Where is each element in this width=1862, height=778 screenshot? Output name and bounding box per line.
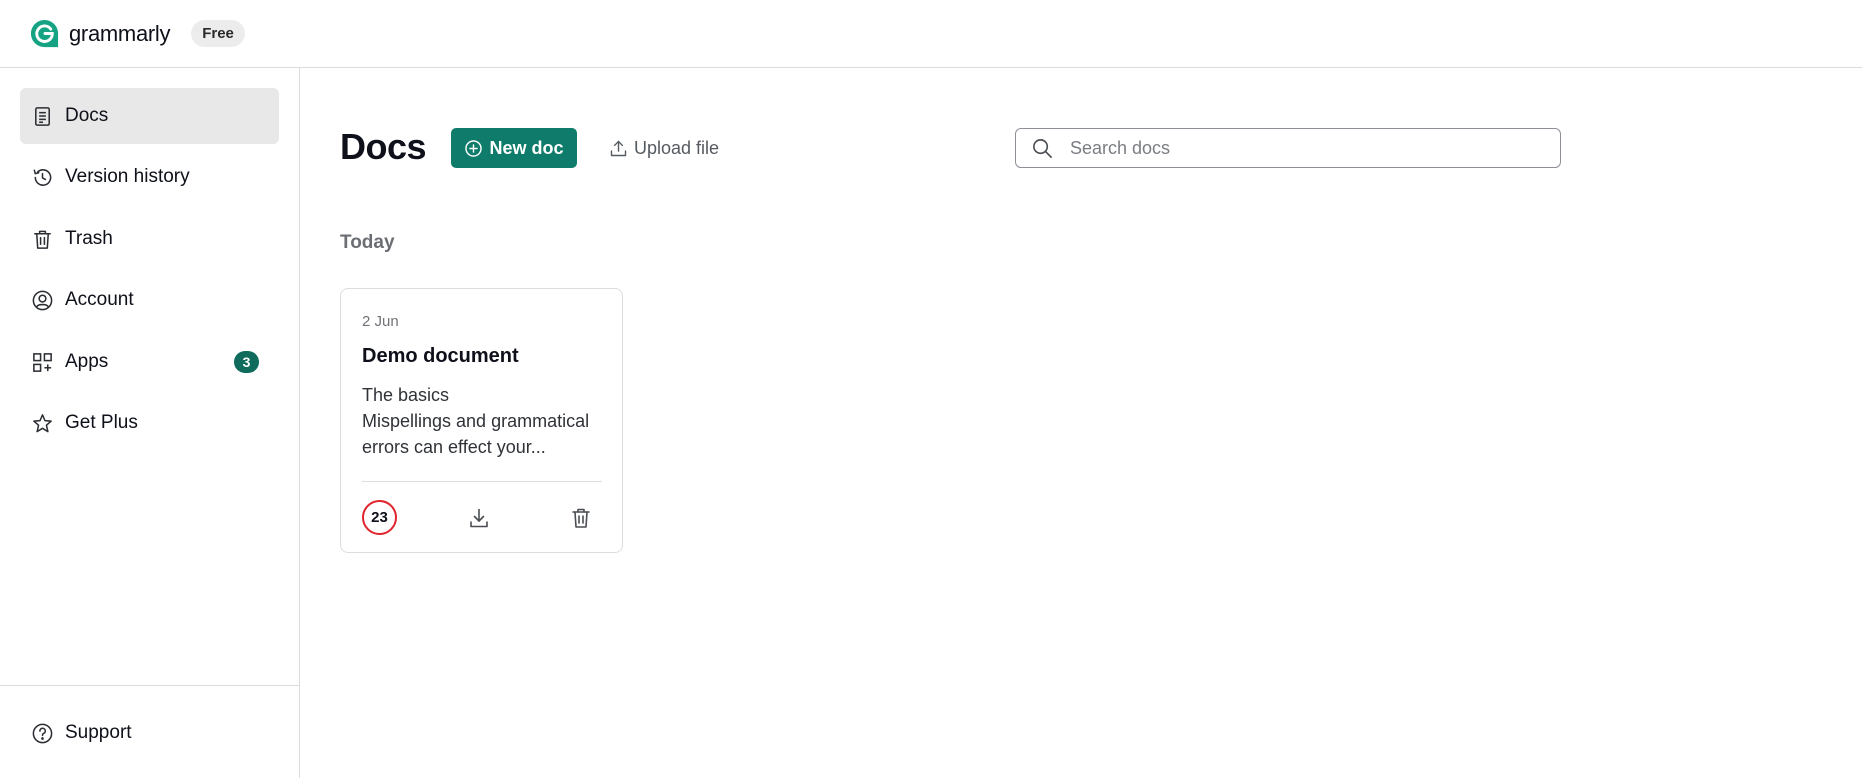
card-divider <box>362 481 602 482</box>
doc-title: Demo document <box>362 345 519 367</box>
sidebar-item-trash[interactable]: Trash <box>20 211 279 267</box>
sidebar-item-version-history[interactable]: Version history <box>20 149 279 205</box>
upload-file-label: Upload file <box>634 137 720 158</box>
trash-icon <box>572 508 590 528</box>
sidebar: Docs Version history Trash Account Apps … <box>0 68 300 778</box>
apps-count-badge: 3 <box>234 351 259 373</box>
plan-badge: Free <box>191 20 245 47</box>
download-button[interactable] <box>464 503 494 533</box>
star-icon <box>30 411 54 435</box>
history-icon <box>30 165 54 189</box>
sidebar-item-label: Get Plus <box>65 412 138 433</box>
search-icon <box>1033 138 1052 158</box>
doc-date: 2 Jun <box>362 313 399 330</box>
plus-circle-icon <box>465 139 483 157</box>
help-circle-icon <box>30 721 54 745</box>
doc-card[interactable]: 2 Jun Demo document The basics Mispellin… <box>340 288 623 553</box>
new-doc-button[interactable]: New doc <box>451 128 577 168</box>
doc-preview-line: The basics <box>362 385 450 405</box>
top-header: grammarly Free <box>0 0 1862 68</box>
delete-doc-button[interactable] <box>566 503 596 533</box>
account-icon <box>30 288 54 312</box>
sidebar-item-label: Account <box>65 289 134 310</box>
search-box[interactable] <box>1015 128 1561 168</box>
sidebar-item-label: Version history <box>65 166 190 187</box>
sidebar-item-account[interactable]: Account <box>20 272 279 328</box>
sidebar-item-support[interactable]: Support <box>20 705 279 761</box>
sidebar-item-label: Support <box>65 722 132 743</box>
download-icon <box>470 508 488 528</box>
trash-icon <box>30 227 54 251</box>
doc-preview-line: errors can effect your... <box>362 437 546 457</box>
sidebar-item-docs[interactable]: Docs <box>20 88 279 144</box>
sidebar-item-get-plus[interactable]: Get Plus <box>20 395 279 451</box>
doc-preview: The basics Mispellings and grammatical e… <box>362 382 607 460</box>
search-input[interactable] <box>1070 133 1540 163</box>
sidebar-item-apps[interactable]: Apps 3 <box>20 334 279 390</box>
new-doc-label: New doc <box>489 137 564 158</box>
sidebar-divider <box>0 685 299 686</box>
document-icon <box>30 104 54 128</box>
doc-preview-line: Mispellings and grammatical <box>362 411 590 431</box>
upload-file-button[interactable]: Upload file <box>608 130 719 166</box>
sidebar-item-label: Trash <box>65 228 113 249</box>
sidebar-item-label: Apps <box>65 351 109 372</box>
section-heading-today: Today <box>340 232 395 253</box>
brand-name: grammarly <box>69 20 171 46</box>
page-title: Docs <box>340 126 427 167</box>
upload-icon <box>610 140 627 156</box>
grammarly-logo-icon[interactable] <box>29 18 60 49</box>
apps-icon <box>30 350 54 374</box>
doc-score-badge[interactable]: 23 <box>362 500 397 535</box>
sidebar-item-label: Docs <box>65 105 109 126</box>
